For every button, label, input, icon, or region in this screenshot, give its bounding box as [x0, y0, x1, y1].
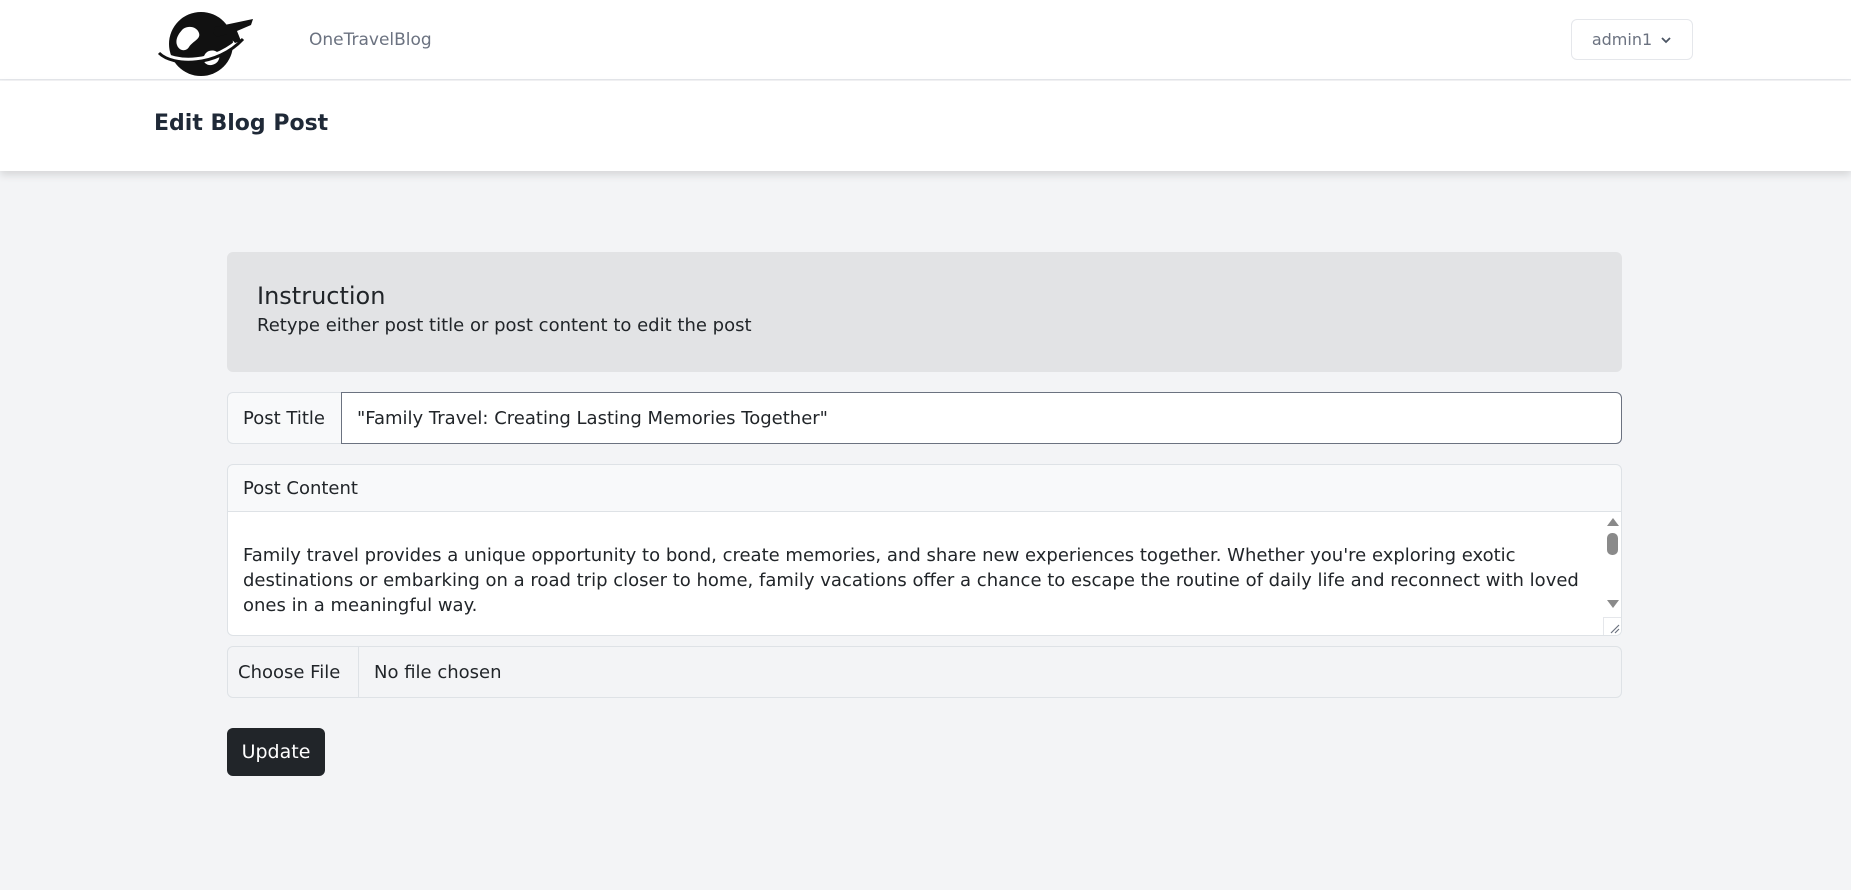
page-header: Edit Blog Post: [0, 81, 1851, 171]
choose-file-button[interactable]: Choose File: [228, 647, 359, 697]
file-input-group[interactable]: Choose File No file chosen: [227, 646, 1622, 698]
scroll-up-arrow-icon[interactable]: [1607, 518, 1619, 526]
instruction-text: Retype either post title or post content…: [257, 314, 752, 336]
chevron-down-icon: [1661, 36, 1671, 43]
post-title-input[interactable]: [341, 392, 1622, 444]
post-title-group: Post Title: [227, 392, 1622, 444]
user-menu-dropdown[interactable]: admin1: [1571, 19, 1693, 60]
post-content-text: Family travel provides a unique opportun…: [243, 545, 1579, 616]
brand-link[interactable]: OneTravelBlog: [309, 30, 432, 50]
instruction-title: Instruction: [257, 282, 386, 310]
file-status-text: No file chosen: [374, 661, 502, 683]
post-title-label: Post Title: [227, 392, 341, 444]
top-navbar: OneTravelBlog admin1: [0, 0, 1851, 80]
resize-grip-icon: [1610, 624, 1620, 634]
scroll-down-arrow-icon[interactable]: [1607, 600, 1619, 608]
post-content-textarea[interactable]: Family travel provides a unique opportun…: [227, 512, 1622, 636]
post-content-label: Post Content: [227, 464, 1622, 512]
resize-handle-icon[interactable]: [1603, 617, 1621, 635]
scroll-thumb[interactable]: [1607, 533, 1618, 555]
page-title: Edit Blog Post: [154, 111, 329, 136]
update-button[interactable]: Update: [227, 728, 325, 776]
user-menu-label: admin1: [1591, 30, 1653, 49]
globe-airplane-logo-icon[interactable]: [153, 7, 255, 79]
instruction-alert: Instruction Retype either post title or …: [227, 252, 1622, 372]
